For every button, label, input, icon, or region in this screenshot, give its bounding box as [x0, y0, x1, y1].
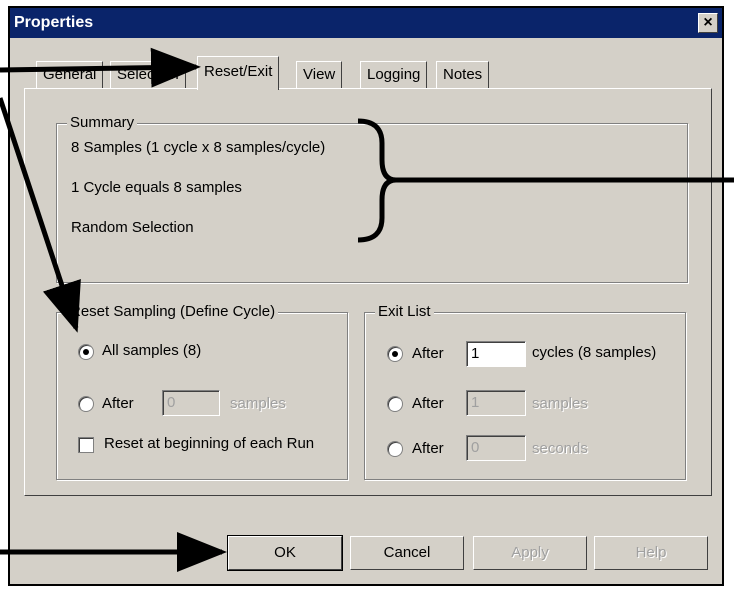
arrow-to-reset-exit-tab [0, 47, 201, 88]
arrow-to-all-samples [0, 97, 81, 333]
annotation-overlay [0, 47, 734, 572]
summary-brace [357, 118, 397, 243]
